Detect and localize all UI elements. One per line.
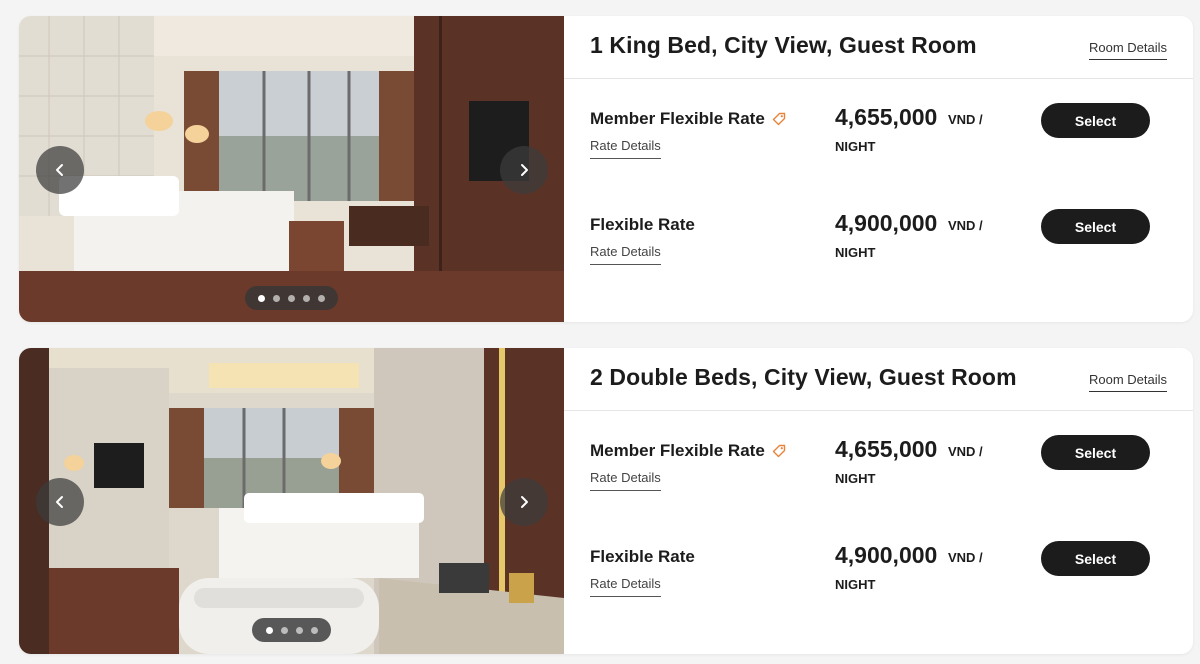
- room-title: 2 Double Beds, City View, Guest Room: [590, 364, 1017, 390]
- rate-row: Flexible Rate Rate Details 4,900,000 VND…: [564, 536, 1193, 626]
- room-photo: [19, 348, 564, 654]
- price: 4,900,000: [835, 542, 938, 568]
- rate-row: Member Flexible Rate Rate Details 4,655,…: [564, 430, 1193, 520]
- carousel-dot[interactable]: [310, 626, 318, 634]
- price: 4,655,000: [835, 104, 938, 130]
- member-tag-icon: [772, 444, 785, 458]
- chevron-left-icon: [56, 164, 63, 176]
- rate-details-link[interactable]: Rate Details: [590, 576, 661, 597]
- carousel-dot[interactable]: [273, 294, 280, 302]
- rate-details-link[interactable]: Rate Details: [590, 244, 661, 265]
- carousel-dot[interactable]: [288, 294, 295, 302]
- currency: VND /: [948, 218, 983, 233]
- carousel-dots: [252, 618, 331, 642]
- per-night: NIGHT: [835, 577, 876, 592]
- rate-name-label: Flexible Rate: [590, 215, 695, 234]
- member-tag-icon: [772, 112, 785, 126]
- room-header: 1 King Bed, City View, Guest Room Room D…: [564, 16, 1193, 79]
- rate-name-label: Flexible Rate: [590, 547, 695, 566]
- room-header: 2 Double Beds, City View, Guest Room Roo…: [564, 348, 1193, 411]
- carousel-next-button[interactable]: [500, 478, 548, 526]
- rate-name: Member Flexible Rate: [590, 109, 787, 129]
- rate-row: Flexible Rate Rate Details 4,900,000 VND…: [564, 204, 1193, 294]
- rate-name: Flexible Rate: [590, 547, 695, 567]
- rate-row: Member Flexible Rate Rate Details 4,655,…: [564, 98, 1193, 188]
- chevron-right-icon: [521, 164, 528, 176]
- rate-name: Flexible Rate: [590, 215, 695, 235]
- room-photo-carousel: [19, 348, 564, 654]
- rate-details-link[interactable]: Rate Details: [590, 470, 661, 491]
- rate-name-label: Member Flexible Rate: [590, 441, 765, 460]
- room-photo: [19, 16, 564, 322]
- room-photo-carousel: [19, 16, 564, 322]
- room-title: 1 King Bed, City View, Guest Room: [590, 32, 977, 58]
- per-night: NIGHT: [835, 139, 876, 154]
- carousel-dot[interactable]: [280, 626, 288, 634]
- price: 4,655,000: [835, 436, 938, 462]
- room-info: 1 King Bed, City View, Guest Room Room D…: [564, 16, 1193, 322]
- room-info: 2 Double Beds, City View, Guest Room Roo…: [564, 348, 1193, 654]
- chevron-right-icon: [521, 496, 528, 508]
- rate-details-link[interactable]: Rate Details: [590, 138, 661, 159]
- carousel-dot[interactable]: [265, 626, 273, 634]
- per-night: NIGHT: [835, 245, 876, 260]
- room-details-link[interactable]: Room Details: [1088, 372, 1167, 392]
- carousel-dot[interactable]: [303, 294, 310, 302]
- chevron-left-icon: [56, 496, 63, 508]
- currency: VND /: [948, 444, 983, 459]
- room-details-link[interactable]: Room Details: [1088, 40, 1167, 60]
- carousel-prev-button[interactable]: [36, 146, 84, 194]
- rate-name: Member Flexible Rate: [590, 441, 787, 461]
- price: 4,900,000: [835, 210, 938, 236]
- currency: VND /: [948, 550, 983, 565]
- carousel-next-button[interactable]: [500, 146, 548, 194]
- per-night: NIGHT: [835, 471, 876, 486]
- select-button[interactable]: Select: [1041, 541, 1150, 576]
- carousel-dots: [245, 286, 338, 310]
- select-button[interactable]: Select: [1041, 103, 1150, 138]
- carousel-prev-button[interactable]: [36, 478, 84, 526]
- room-card: 2 Double Beds, City View, Guest Room Roo…: [19, 348, 1193, 654]
- select-button[interactable]: Select: [1041, 435, 1150, 470]
- carousel-dot[interactable]: [295, 626, 303, 634]
- carousel-dot[interactable]: [318, 294, 325, 302]
- carousel-dot[interactable]: [258, 294, 265, 302]
- select-button[interactable]: Select: [1041, 209, 1150, 244]
- currency: VND /: [948, 112, 983, 127]
- room-card: 1 King Bed, City View, Guest Room Room D…: [19, 16, 1193, 322]
- rate-name-label: Member Flexible Rate: [590, 109, 765, 128]
